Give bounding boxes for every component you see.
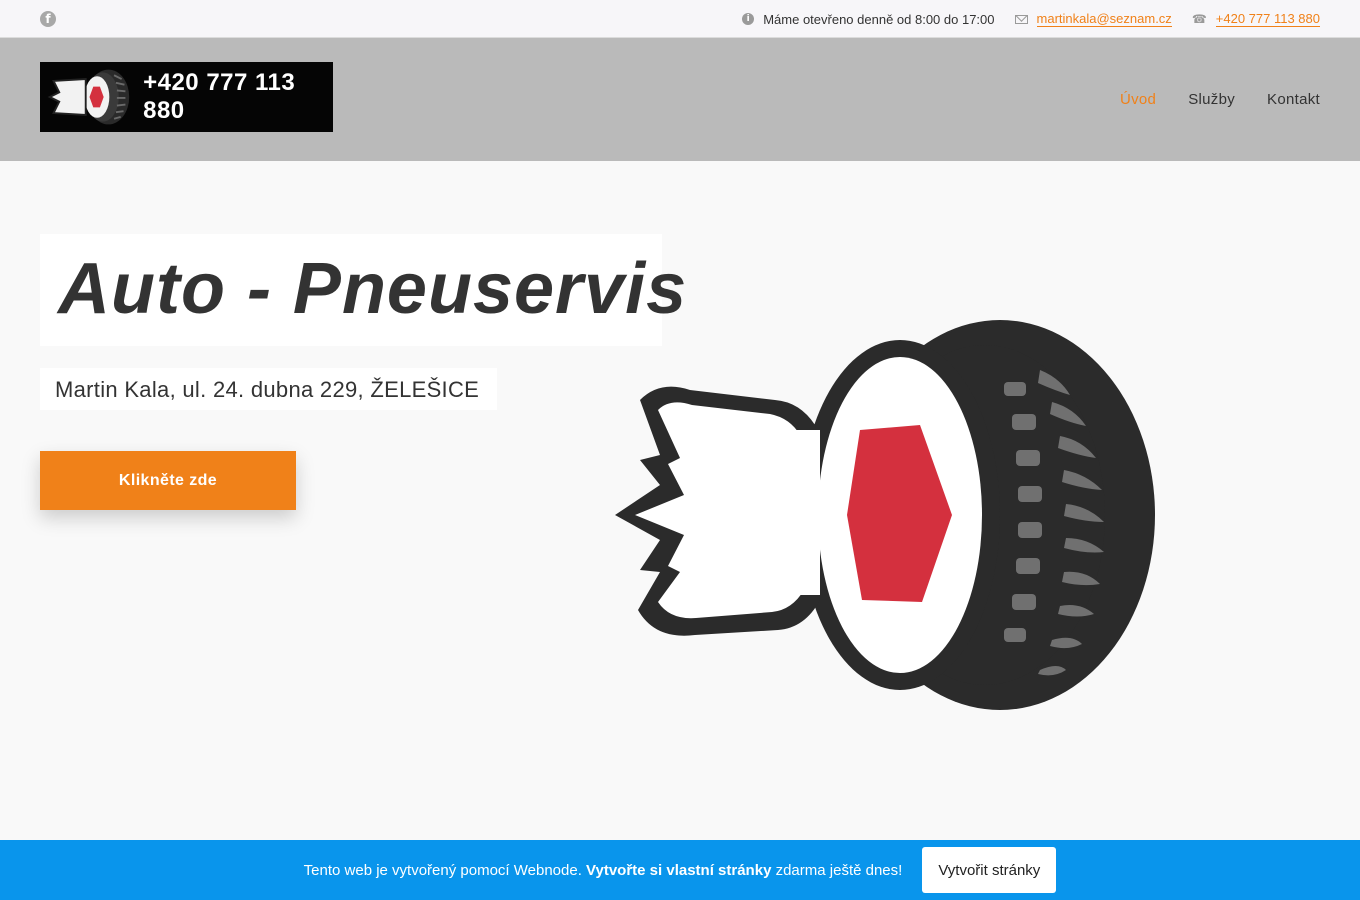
hero-subtitle: Martin Kala, ul. 24. dubna 229, ŽELEŠICE bbox=[55, 377, 480, 402]
top-contact-info: i Máme otevřeno denně od 8:00 do 17:00 m… bbox=[722, 0, 1320, 38]
hero-subtitle-box: Martin Kala, ul. 24. dubna 229, ŽELEŠICE bbox=[40, 368, 497, 410]
banner-text-bold: Vytvořte si vlastní stránky bbox=[586, 861, 772, 879]
phone-link[interactable]: +420 777 113 880 bbox=[1215, 11, 1320, 27]
nav-item-uvod[interactable]: Úvod bbox=[1120, 91, 1156, 108]
email-item: martinkala@seznam.cz bbox=[1014, 11, 1172, 27]
facebook-icon[interactable]: f bbox=[40, 11, 56, 27]
webnode-banner: Tento web je vytvořený pomocí Webnode. V… bbox=[0, 840, 1360, 900]
cta-button[interactable]: Klikněte zde bbox=[40, 451, 296, 510]
banner-text-before: Tento web je vytvořený pomocí Webnode. bbox=[303, 861, 587, 879]
hero-title: Auto - Pneuservis bbox=[58, 249, 688, 329]
mail-icon bbox=[1014, 14, 1028, 24]
nav-item-kontakt[interactable]: Kontakt bbox=[1267, 91, 1320, 108]
nav-item-sluzby[interactable]: Služby bbox=[1188, 91, 1235, 108]
tire-wrench-illustration-icon bbox=[615, 320, 1155, 710]
email-link[interactable]: martinkala@seznam.cz bbox=[1036, 11, 1172, 27]
tire-wrench-logo-icon bbox=[47, 69, 130, 125]
opening-hours-text: Máme otevřeno denně od 8:00 do 17:00 bbox=[763, 11, 995, 27]
phone-item: ☎ +420 777 113 880 bbox=[1192, 11, 1320, 27]
banner-text: Tento web je vytvořený pomocí Webnode. V… bbox=[304, 862, 903, 879]
hero-title-box: Auto - Pneuservis bbox=[40, 234, 686, 346]
top-bar: f i Máme otevřeno denně od 8:00 do 17:00… bbox=[0, 0, 1360, 38]
info-icon: i bbox=[742, 13, 755, 25]
site-header: +420 777 113 880 Úvod Služby Kontakt bbox=[0, 38, 1360, 161]
opening-hours: i Máme otevřeno denně od 8:00 do 17:00 bbox=[742, 11, 995, 27]
main-nav: Úvod Služby Kontakt bbox=[1088, 38, 1320, 161]
logo-phone-number: +420 777 113 880 bbox=[143, 69, 296, 124]
phone-icon: ☎ bbox=[1191, 12, 1207, 26]
banner-text-after: zdarma ještě dnes! bbox=[771, 861, 903, 879]
create-site-button[interactable]: Vytvořit stránky bbox=[922, 847, 1057, 893]
site-logo[interactable]: +420 777 113 880 bbox=[40, 62, 333, 132]
